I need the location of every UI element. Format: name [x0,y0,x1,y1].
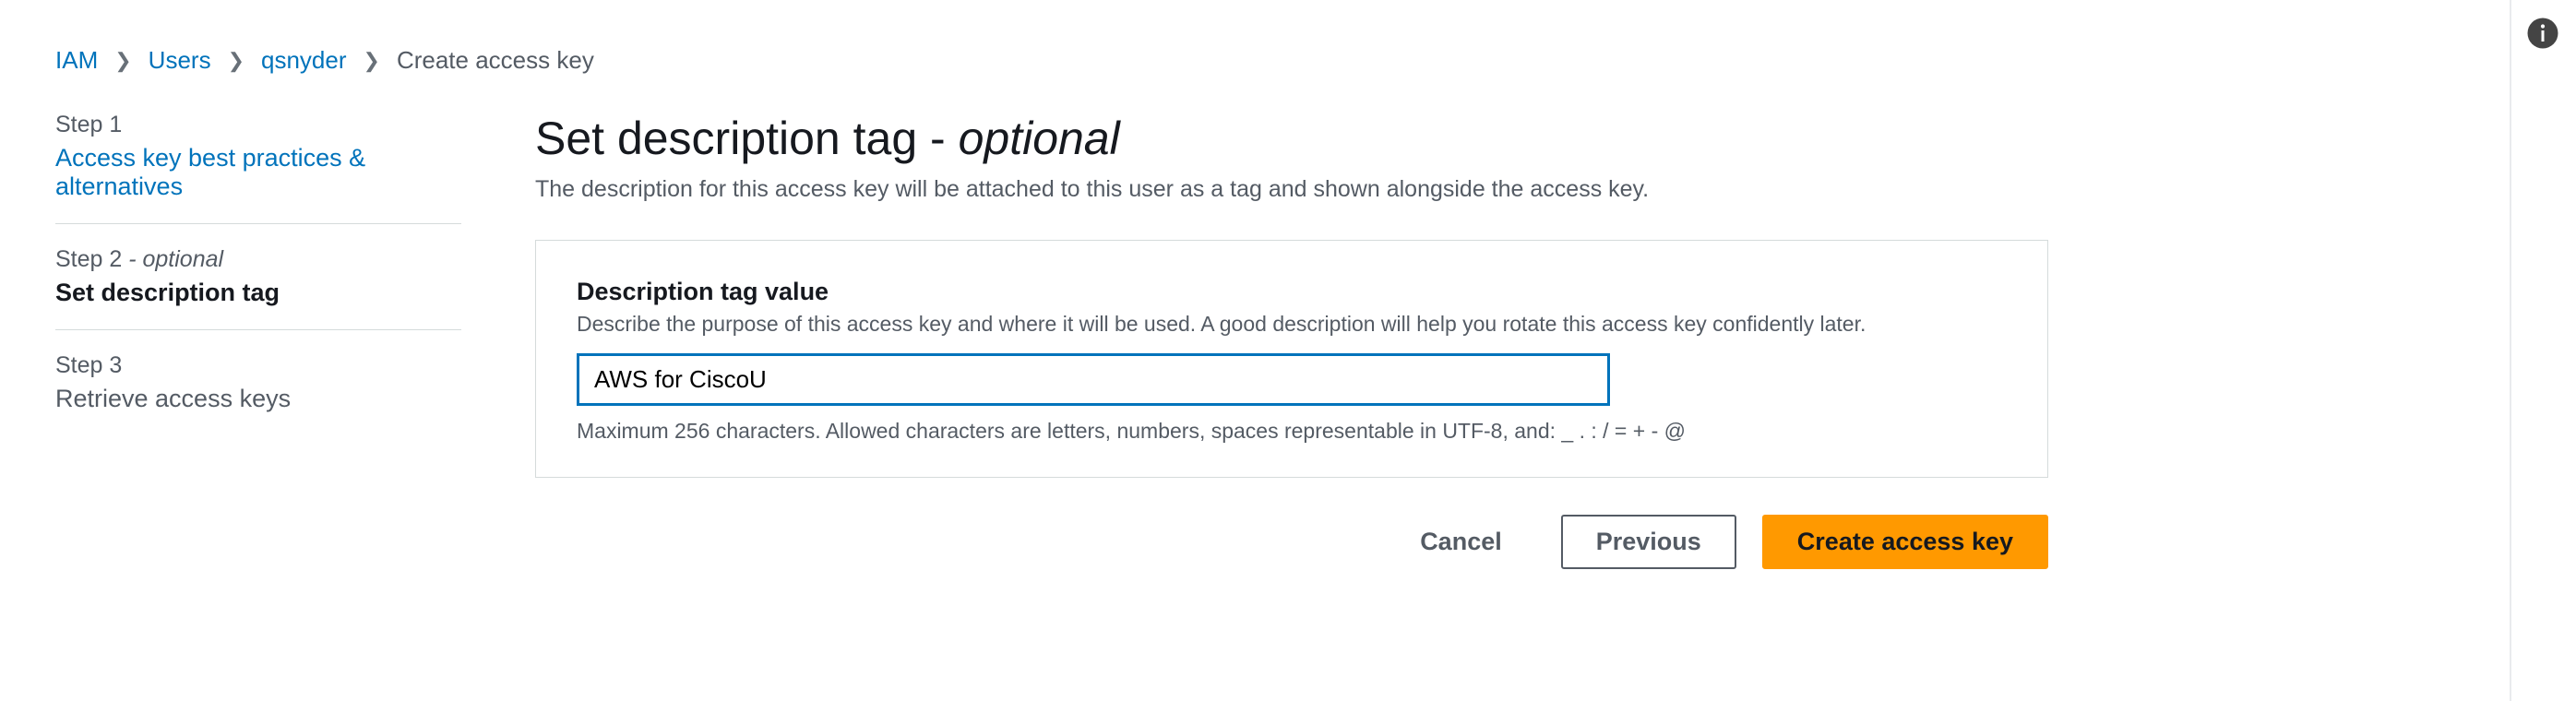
info-icon[interactable] [2526,17,2559,50]
step-label: Step 3 [55,352,461,379]
create-access-key-button[interactable]: Create access key [1762,515,2048,569]
step-title[interactable]: Access key best practices & alternatives [55,144,461,201]
page-title: Set description tag - optional [535,112,2048,165]
page-subtitle: The description for this access key will… [535,176,2048,203]
breadcrumb: IAM ❯ Users ❯ qsnyder ❯ Create access ke… [0,0,2576,75]
vertical-divider [2510,0,2511,701]
breadcrumb-current: Create access key [397,46,594,75]
page-title-main: Set description tag [535,113,917,164]
wizard-step-3: Step 3 Retrieve access keys [55,329,461,435]
chevron-right-icon: ❯ [228,49,244,73]
cancel-button[interactable]: Cancel [1387,517,1535,567]
previous-button[interactable]: Previous [1561,515,1736,569]
main-content: Set description tag - optional The descr… [535,112,2048,569]
chevron-right-icon: ❯ [364,49,380,73]
breadcrumb-users[interactable]: Users [149,46,211,75]
field-hint: Maximum 256 characters. Allowed characte… [577,419,2007,444]
step-optional-suffix: - optional [122,246,223,272]
breadcrumb-qsnyder[interactable]: qsnyder [261,46,347,75]
step-title: Set description tag [55,279,461,307]
chevron-right-icon: ❯ [114,49,131,73]
field-description: Describe the purpose of this access key … [577,312,2007,337]
wizard-step-2: Step 2 - optional Set description tag [55,223,461,329]
wizard-actions: Cancel Previous Create access key [535,515,2048,569]
description-tag-input[interactable] [577,353,1610,406]
wizard-step-1[interactable]: Step 1 Access key best practices & alter… [55,112,461,223]
breadcrumb-iam[interactable]: IAM [55,46,98,75]
step-label: Step 1 [55,112,461,138]
step-title: Retrieve access keys [55,385,461,413]
step-label-text: Step 2 [55,246,122,272]
wizard-steps-sidebar: Step 1 Access key best practices & alter… [55,112,461,569]
description-tag-panel: Description tag value Describe the purpo… [535,240,2048,478]
page-title-optional: optional [959,113,1120,164]
step-label: Step 2 - optional [55,246,461,273]
field-label: Description tag value [577,278,2007,306]
page-title-sep: - [917,113,958,164]
